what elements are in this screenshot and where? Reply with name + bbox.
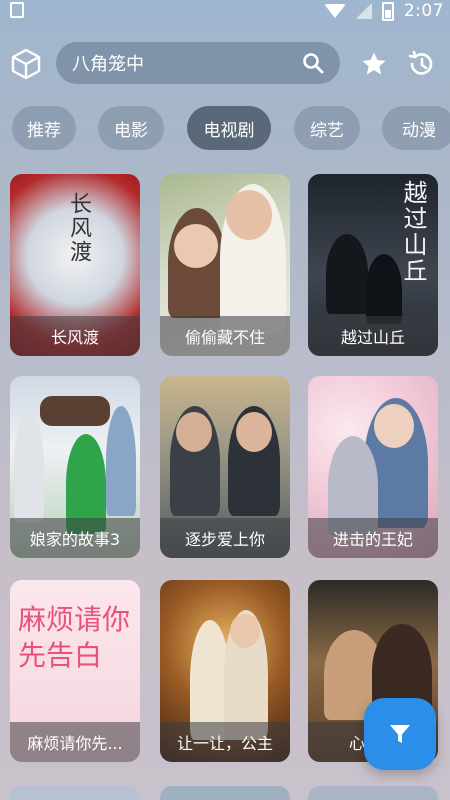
show-card[interactable]: 麻烦请你先告白 麻烦请你先... <box>10 580 140 762</box>
card-title: 偷偷藏不住 <box>160 316 290 356</box>
content-grid: 长风渡 长风渡 偷偷藏不住 越过山丘 越过山丘 娘家的故事3 逐步爱上你 进击的… <box>0 0 450 800</box>
character-face <box>226 190 272 240</box>
card-title: 娘家的故事3 <box>10 518 140 558</box>
show-card-partial[interactable] <box>308 786 438 800</box>
filter-icon <box>390 725 410 743</box>
card-title: 进击的王妃 <box>308 518 438 558</box>
card-title: 长风渡 <box>10 316 140 356</box>
character-figure <box>326 234 368 314</box>
show-card[interactable]: 越过山丘 越过山丘 <box>308 174 438 356</box>
character-figure <box>14 412 44 522</box>
show-card[interactable]: 偷偷藏不住 <box>160 174 290 356</box>
show-card[interactable]: 娘家的故事3 <box>10 376 140 558</box>
show-card[interactable]: 逐步爱上你 <box>160 376 290 558</box>
show-card[interactable]: 进击的王妃 <box>308 376 438 558</box>
character-face <box>230 614 260 648</box>
card-title: 越过山丘 <box>308 316 438 356</box>
card-title: 麻烦请你先... <box>10 722 140 762</box>
show-card-partial[interactable] <box>10 786 140 800</box>
character-face <box>236 412 272 452</box>
character-face <box>176 412 212 452</box>
poster-title-text: 越过山丘 <box>399 180 427 284</box>
show-card-partial[interactable] <box>160 786 290 800</box>
filter-button[interactable] <box>364 698 436 770</box>
poster-title-text: 麻烦请你先告白 <box>18 603 131 672</box>
character-group <box>40 396 110 426</box>
character-face <box>374 404 414 448</box>
show-card[interactable]: 长风渡 长风渡 <box>10 174 140 356</box>
card-title: 逐步爱上你 <box>160 518 290 558</box>
character-figure <box>366 254 402 324</box>
poster-title-text: 长风渡 <box>66 192 91 264</box>
character-face <box>174 224 218 268</box>
show-card[interactable]: 让一让，公主 <box>160 580 290 762</box>
character-figure <box>106 406 136 516</box>
card-title: 让一让，公主 <box>160 722 290 762</box>
